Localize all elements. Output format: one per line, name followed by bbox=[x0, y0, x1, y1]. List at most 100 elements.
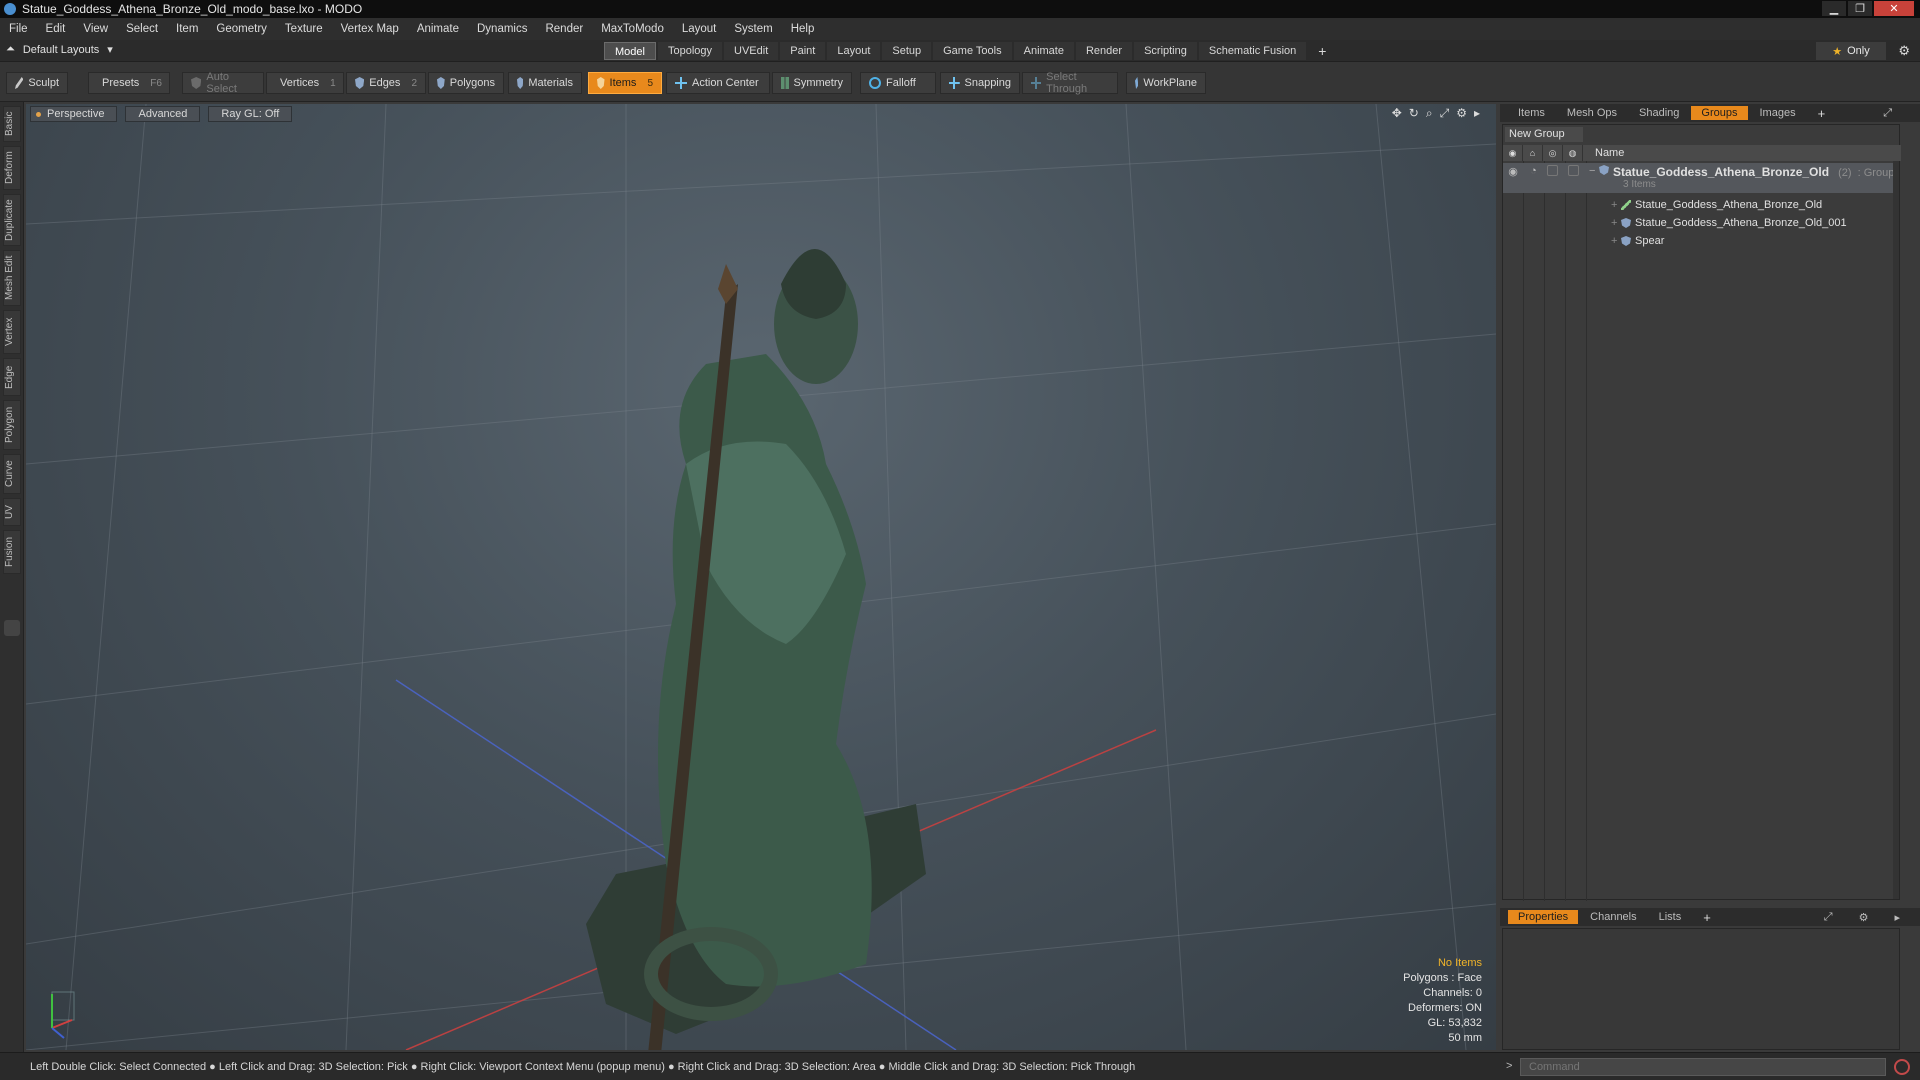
falloff-button[interactable]: Falloff bbox=[860, 72, 936, 94]
restore-icon[interactable]: ❐ bbox=[1848, 1, 1872, 16]
tab-channels[interactable]: Channels bbox=[1580, 910, 1646, 924]
3d-viewport[interactable]: Perspective Advanced Ray GL: Off ✥ ↻ ⌕ ⤢… bbox=[26, 104, 1496, 1050]
left-tab-mesh-edit[interactable]: Mesh Edit bbox=[3, 250, 21, 306]
left-tab-duplicate[interactable]: Duplicate bbox=[3, 194, 21, 246]
pan-icon[interactable]: ✥ bbox=[1392, 106, 1402, 121]
menu-texture[interactable]: Texture bbox=[276, 23, 332, 35]
group-select-checkbox[interactable] bbox=[1547, 165, 1558, 176]
polygons-button[interactable]: Polygons bbox=[428, 72, 504, 94]
tab-layout[interactable]: Layout bbox=[827, 42, 881, 60]
add-panel-tab-icon[interactable]: + bbox=[1808, 105, 1836, 122]
group-expand-icon[interactable]: − bbox=[1589, 165, 1599, 177]
child-expand-icon[interactable]: + bbox=[1611, 235, 1621, 247]
left-tab-deform[interactable]: Deform bbox=[3, 146, 21, 190]
menu-view[interactable]: View bbox=[74, 23, 117, 35]
action-center-button[interactable]: Action Center bbox=[666, 72, 770, 94]
tab-shading[interactable]: Shading bbox=[1629, 106, 1689, 120]
record-macro-icon[interactable] bbox=[1894, 1059, 1910, 1075]
select-through-button[interactable]: Select Through bbox=[1022, 71, 1118, 95]
menu-system[interactable]: System bbox=[725, 23, 781, 35]
menu-item[interactable]: Item bbox=[167, 23, 207, 35]
group-child-row[interactable]: + Statue_Goddess_Athena_Bronze_Old_001 bbox=[1503, 215, 1899, 231]
left-tab-edge[interactable]: Edge bbox=[3, 358, 21, 396]
tab-animate[interactable]: Animate bbox=[1013, 42, 1074, 60]
tab-paint[interactable]: Paint bbox=[780, 42, 826, 60]
auto-select-button[interactable]: Auto Select bbox=[182, 71, 264, 95]
snapping-button[interactable]: Snapping bbox=[940, 72, 1020, 94]
tab-schematic-fusion[interactable]: Schematic Fusion bbox=[1198, 42, 1307, 60]
zoom-icon[interactable]: ⌕ bbox=[1426, 106, 1433, 121]
workplane-button[interactable]: WorkPlane bbox=[1126, 72, 1206, 94]
rotate-icon[interactable]: ↻ bbox=[1409, 106, 1419, 121]
left-tab-uv[interactable]: UV bbox=[3, 498, 21, 526]
add-properties-tab-icon[interactable]: + bbox=[1693, 909, 1721, 926]
view-mode-dropdown[interactable]: Perspective bbox=[30, 106, 118, 122]
select-column-icon[interactable]: ◎ bbox=[1543, 145, 1563, 161]
group-render-checkbox[interactable] bbox=[1568, 165, 1579, 176]
presets-button[interactable]: Presets F6 bbox=[88, 72, 170, 94]
tab-setup[interactable]: Setup bbox=[882, 42, 932, 60]
raygl-toggle[interactable]: Ray GL: Off bbox=[208, 106, 293, 122]
menu-maxtomodo[interactable]: MaxToModo bbox=[592, 23, 673, 35]
properties-menu-icon[interactable]: ▸ bbox=[1884, 910, 1910, 925]
render-column-icon[interactable]: ◍ bbox=[1563, 145, 1583, 161]
tab-lists[interactable]: Lists bbox=[1649, 910, 1692, 924]
menu-render[interactable]: Render bbox=[536, 23, 592, 35]
tab-render[interactable]: Render bbox=[1075, 42, 1133, 60]
group-visibility-icon[interactable]: ◉ bbox=[1503, 165, 1523, 178]
left-tab-vertex[interactable]: Vertex bbox=[3, 310, 21, 354]
minimize-icon[interactable]: ▁ bbox=[1822, 1, 1846, 16]
tab-properties[interactable]: Properties bbox=[1508, 910, 1579, 924]
tab-model[interactable]: Model bbox=[604, 42, 656, 60]
tab-uvedit[interactable]: UVEdit bbox=[724, 42, 779, 60]
statue-model[interactable] bbox=[586, 249, 926, 1050]
menu-dynamics[interactable]: Dynamics bbox=[468, 23, 536, 35]
group-row[interactable]: ◉ ◔ − Statue_Goddess_Athena_Bronze_Old (… bbox=[1503, 163, 1899, 193]
menu-geometry[interactable]: Geometry bbox=[207, 23, 276, 35]
properties-settings-icon[interactable]: ⚙ bbox=[1849, 910, 1879, 925]
vertices-button[interactable]: Vertices 1 bbox=[266, 72, 344, 94]
default-layouts-dropdown[interactable]: ⏶ Default Layouts ▾ bbox=[6, 43, 113, 56]
viewport-settings-icon[interactable]: ⚙ bbox=[1456, 106, 1467, 121]
menu-file[interactable]: File bbox=[0, 23, 37, 35]
close-icon[interactable]: ✕ bbox=[1874, 1, 1914, 16]
symmetry-button[interactable]: Symmetry bbox=[772, 72, 852, 94]
tab-images[interactable]: Images bbox=[1750, 106, 1806, 120]
command-input[interactable] bbox=[1520, 1058, 1886, 1076]
menu-vertex-map[interactable]: Vertex Map bbox=[332, 23, 408, 35]
lock-column-icon[interactable]: ⌂ bbox=[1523, 145, 1543, 161]
groups-scrollbar[interactable] bbox=[1893, 161, 1899, 899]
menu-select[interactable]: Select bbox=[117, 23, 167, 35]
new-group-button[interactable]: New Group bbox=[1505, 127, 1583, 142]
child-expand-icon[interactable]: + bbox=[1611, 217, 1621, 229]
shading-dropdown[interactable]: Advanced bbox=[125, 106, 201, 122]
expand-properties-icon[interactable]: ⤢ bbox=[1814, 910, 1843, 925]
menu-layout[interactable]: Layout bbox=[673, 23, 726, 35]
menu-animate[interactable]: Animate bbox=[408, 23, 468, 35]
menu-help[interactable]: Help bbox=[782, 23, 824, 35]
sculpt-button[interactable]: Sculpt bbox=[6, 72, 68, 94]
menu-edit[interactable]: Edit bbox=[37, 23, 75, 35]
fit-icon[interactable]: ⤢ bbox=[1440, 106, 1450, 121]
tab-groups[interactable]: Groups bbox=[1691, 106, 1748, 120]
left-strip-toggle-button[interactable] bbox=[4, 620, 20, 636]
group-lock-icon[interactable]: ◔ bbox=[1523, 165, 1544, 177]
child-expand-icon[interactable]: + bbox=[1611, 199, 1621, 211]
left-tab-fusion[interactable]: Fusion bbox=[3, 530, 21, 574]
group-child-row[interactable]: + Spear bbox=[1503, 233, 1899, 249]
visibility-column-icon[interactable]: ◉ bbox=[1503, 145, 1523, 161]
materials-button[interactable]: Materials bbox=[508, 72, 582, 94]
tab-game-tools[interactable]: Game Tools bbox=[933, 42, 1012, 60]
left-tab-curve[interactable]: Curve bbox=[3, 454, 21, 494]
only-toggle[interactable]: ★ Only bbox=[1816, 42, 1886, 60]
left-tab-basic[interactable]: Basic bbox=[3, 106, 21, 142]
edges-button[interactable]: Edges 2 bbox=[346, 72, 426, 94]
left-tab-polygon[interactable]: Polygon bbox=[3, 400, 21, 450]
tab-scripting[interactable]: Scripting bbox=[1134, 42, 1197, 60]
name-column-header[interactable]: Name bbox=[1583, 147, 1624, 159]
group-child-row[interactable]: + Statue_Goddess_Athena_Bronze_Old bbox=[1503, 197, 1899, 213]
gear-icon[interactable]: ⚙ bbox=[1898, 43, 1910, 59]
tab-mesh-ops[interactable]: Mesh Ops bbox=[1557, 106, 1627, 120]
viewport-menu-icon[interactable]: ▸ bbox=[1474, 106, 1480, 121]
add-tab-icon[interactable]: + bbox=[1308, 42, 1336, 60]
